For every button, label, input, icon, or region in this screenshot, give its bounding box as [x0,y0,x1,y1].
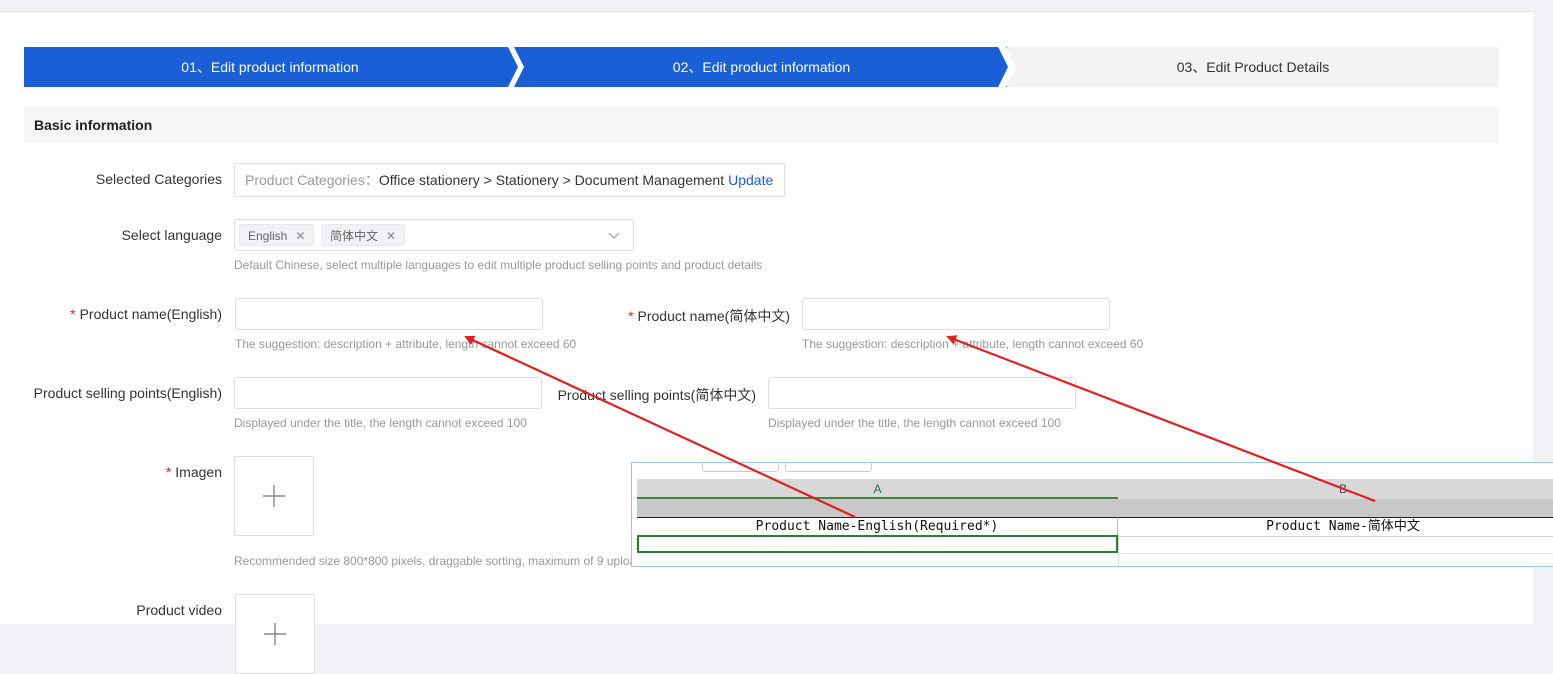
column-header-b[interactable]: B [1118,479,1553,517]
product-name-english-text: Product name(English) [79,306,222,322]
cell-b1[interactable]: Product Name-简体中文 [1118,517,1553,537]
image-hint: Recommended size 800*800 pixels, draggab… [234,554,637,568]
step-3[interactable]: 03、Edit Product Details [1007,47,1499,87]
product-name-chinese-label: * Product name(简体中文) [600,306,790,326]
selling-points-chinese-hint: Displayed under the title, the length ca… [768,416,1061,430]
required-mark: * [165,464,172,480]
plus-icon [263,485,285,507]
image-label-text: Imagen [175,464,222,480]
selling-points-chinese-label: Product selling points(简体中文) [557,387,756,403]
required-mark: * [70,306,76,322]
select-language-label: Select language [121,227,222,243]
step-3-label: 03、Edit Product Details [1176,59,1330,75]
step-progress: 01、Edit product information 02、Edit prod… [24,47,1499,87]
product-name-chinese-input[interactable] [802,298,1110,330]
section-title: Basic information [34,117,153,133]
sheet-tab[interactable] [785,463,872,472]
column-header-a[interactable]: A [637,479,1118,517]
column-a-band [637,499,1118,517]
update-category-link[interactable]: Update [728,172,773,188]
column-divider [1118,535,1119,566]
product-name-chinese-text: Product name(简体中文) [637,308,790,324]
close-icon[interactable]: ✕ [386,229,396,243]
video-upload-button[interactable] [235,594,315,674]
language-hint: Default Chinese, select multiple languag… [234,258,763,272]
step-separator-2 [998,47,1016,87]
product-name-english-hint: The suggestion: description + attribute,… [235,337,577,351]
selling-points-chinese-input[interactable] [768,377,1076,409]
required-mark: * [628,308,634,324]
selected-cell-a2[interactable] [637,535,1118,553]
column-b-band [1118,499,1553,517]
selling-points-english-hint: Displayed under the title, the length ca… [234,416,527,430]
product-name-english-label: * Product name(English) [40,306,222,322]
plus-icon [264,623,286,645]
cell-a1[interactable]: Product Name-English(Required*) [637,517,1118,537]
cell-b2[interactable] [1118,535,1553,554]
sheet-tab[interactable] [702,463,779,472]
image-upload-button[interactable] [234,456,314,536]
product-video-label: Product video [136,602,222,618]
language-tag-english: English ✕ [239,224,315,246]
language-tag-label: 简体中文 [330,229,379,243]
close-icon[interactable]: ✕ [295,229,305,243]
step-2[interactable]: 02、Edit product information [516,47,1007,87]
step-separator-1 [508,47,524,87]
step-2-label: 02、Edit product information [672,59,851,75]
step-1[interactable]: 01、Edit product information [24,47,516,87]
selling-points-english-label: Product selling points(English) [33,385,222,401]
chevron-down-icon[interactable] [607,228,621,242]
category-prefix: Product Categories： [245,172,379,188]
product-name-english-input[interactable] [235,298,543,330]
language-tag-label: English [248,229,288,243]
product-name-chinese-hint: The suggestion: description + attribute,… [802,337,1144,351]
category-display: Product Categories：Office stationery > S… [234,163,785,197]
step-1-label: 01、Edit product information [181,59,359,75]
language-select[interactable]: English ✕ 简体中文 ✕ [234,219,634,251]
sheet-tab-bar [632,463,1553,472]
language-tag-chinese: 简体中文 ✕ [321,224,406,246]
image-label: * Imagen [100,464,222,480]
column-b-label: B [1338,482,1347,496]
category-path: Office stationery > Stationery > Documen… [378,172,725,188]
spreadsheet-overlay: A B Product Name-English(Required*) Prod… [631,462,1553,567]
column-a-label: A [873,482,882,496]
selling-points-english-input[interactable] [234,377,542,409]
selected-categories-label: Selected Categories [95,171,222,187]
section-basic-information: Basic information [24,107,1499,143]
